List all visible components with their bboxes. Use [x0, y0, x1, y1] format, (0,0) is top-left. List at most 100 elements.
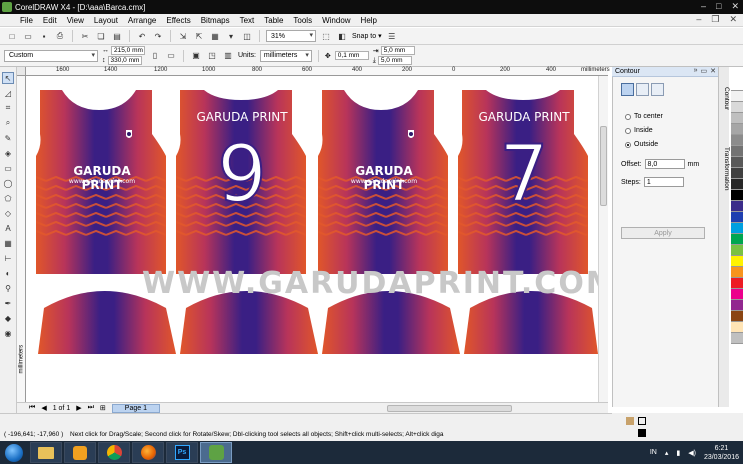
taskbar-chrome[interactable]	[98, 442, 130, 463]
palette-swatch[interactable]	[731, 102, 743, 113]
page-height-field[interactable]: 330,0 mm	[107, 56, 142, 65]
palette-swatch[interactable]	[731, 124, 743, 135]
nudge-distance-field[interactable]: 0,1 mm	[334, 51, 369, 60]
snap-to-dropdown[interactable]: Snap to ▾	[352, 32, 382, 41]
shape-tool-icon[interactable]: ◿	[2, 87, 14, 99]
rectangle-tool-icon[interactable]: ▭	[2, 162, 14, 174]
menu-effects[interactable]: Effects	[166, 16, 190, 25]
current-page-icon[interactable]: ◳	[206, 50, 218, 62]
menu-bitmaps[interactable]: Bitmaps	[201, 16, 230, 25]
horizontal-ruler[interactable]: 1600 1400 1200 1000 800 600 400 200 0 20…	[26, 67, 610, 76]
network-icon[interactable]: ▮	[676, 449, 680, 457]
palette-swatch[interactable]	[731, 157, 743, 168]
minimize-button[interactable]: –	[701, 1, 706, 12]
fill-tool-icon[interactable]: ◆	[2, 312, 14, 324]
export-icon[interactable]: ⇱	[193, 30, 205, 42]
taskbar-media-player[interactable]	[64, 442, 96, 463]
palette-swatch[interactable]	[731, 179, 743, 190]
duplicate-y-field[interactable]: 5,0 mm	[377, 56, 412, 65]
palette-swatch[interactable]	[731, 212, 743, 223]
volume-icon[interactable]: ◀)	[688, 449, 696, 457]
docker-expand-icon[interactable]: »	[694, 67, 698, 75]
landscape-icon[interactable]: ▭	[165, 50, 177, 62]
scroll-thumb[interactable]	[600, 126, 607, 206]
page-width-field[interactable]: 215,0 mm	[111, 46, 145, 55]
text-tool-icon[interactable]: A	[2, 222, 14, 234]
start-button[interactable]	[0, 441, 28, 464]
menu-help[interactable]: Help	[361, 16, 377, 25]
first-page-icon[interactable]: ⏮	[29, 404, 35, 412]
paste-icon[interactable]: ▤	[111, 30, 123, 42]
zoom-level-select[interactable]: 31%	[266, 30, 316, 42]
menu-tools[interactable]: Tools	[293, 16, 312, 25]
outline-tool-icon[interactable]: ✒	[2, 297, 14, 309]
doc-close-button[interactable]: ✕	[729, 14, 737, 25]
docker-minimize-icon[interactable]: ▭	[701, 67, 708, 75]
polygon-tool-icon[interactable]: ⬠	[2, 192, 14, 204]
option-inside[interactable]: Inside	[625, 127, 653, 134]
maximize-button[interactable]: □	[716, 1, 721, 12]
add-page-icon[interactable]: ⊞	[100, 404, 106, 412]
palette-swatch[interactable]	[731, 91, 743, 102]
full-screen-icon[interactable]: ⬚	[320, 30, 332, 42]
no-fill-icon[interactable]	[638, 417, 646, 425]
horizontal-scroll-thumb[interactable]	[387, 405, 512, 412]
import-icon[interactable]: ⇲	[177, 30, 189, 42]
interactive-fill-tool-icon[interactable]: ◉	[2, 327, 14, 339]
palette-swatch[interactable]	[731, 300, 743, 311]
close-button[interactable]: ✕	[731, 1, 739, 12]
save-icon[interactable]: ▪	[38, 30, 50, 42]
palette-swatch[interactable]	[731, 135, 743, 146]
taskbar-firefox[interactable]	[132, 442, 164, 463]
palette-swatch[interactable]	[731, 322, 743, 333]
prev-page-icon[interactable]: ◀	[41, 404, 46, 412]
zoom-tool-icon[interactable]: ⌕	[2, 117, 14, 129]
palette-swatch[interactable]	[731, 80, 743, 91]
page-layout-icon[interactable]: ▥	[222, 50, 234, 62]
eyedropper-tool-icon[interactable]: ⚲	[2, 282, 14, 294]
menu-table[interactable]: Table	[264, 16, 283, 25]
taskbar-photoshop[interactable]: Ps	[166, 442, 198, 463]
menu-file[interactable]: File	[20, 16, 33, 25]
palette-swatch[interactable]	[731, 201, 743, 212]
taskbar-coreldraw[interactable]	[200, 442, 232, 463]
options-icon[interactable]: ☰	[386, 30, 398, 42]
contour-acceleration-icon[interactable]	[651, 83, 664, 96]
cut-icon[interactable]: ✂	[79, 30, 91, 42]
menu-edit[interactable]: Edit	[43, 16, 57, 25]
palette-swatch[interactable]	[731, 245, 743, 256]
tray-arrow-icon[interactable]: ▴	[665, 449, 669, 457]
palette-swatch[interactable]	[731, 278, 743, 289]
print-icon[interactable]: ⎙	[54, 30, 66, 42]
doc-minimize-button[interactable]: –	[696, 14, 701, 25]
docker-close-icon[interactable]: ✕	[710, 67, 716, 75]
dimension-tool-icon[interactable]: ⊢	[2, 252, 14, 264]
portrait-icon[interactable]: ▯	[149, 50, 161, 62]
menu-view[interactable]: View	[67, 16, 84, 25]
option-outside[interactable]: Outside	[625, 141, 658, 148]
smart-fill-tool-icon[interactable]: ◈	[2, 147, 14, 159]
contour-color-icon[interactable]	[636, 83, 649, 96]
view-mode-icon[interactable]: ◧	[336, 30, 348, 42]
menu-text[interactable]: Text	[240, 16, 255, 25]
undo-icon[interactable]: ↶	[136, 30, 148, 42]
all-pages-icon[interactable]: ▣	[190, 50, 202, 62]
application-launcher-icon[interactable]: ▾	[225, 30, 237, 42]
last-page-icon[interactable]: ⏭	[88, 404, 94, 412]
fill-color-icon[interactable]	[626, 417, 634, 425]
pick-tool-icon[interactable]: ↖	[2, 72, 14, 84]
palette-swatch[interactable]	[731, 289, 743, 300]
open-icon[interactable]: ▭	[22, 30, 34, 42]
duplicate-x-field[interactable]: 5,0 mm	[380, 46, 415, 55]
language-indicator[interactable]: IN	[650, 449, 657, 456]
palette-swatch[interactable]	[731, 234, 743, 245]
drawing-canvas[interactable]: GARUDA PRINT www.garudaprint.com GARUDA …	[26, 76, 598, 402]
basic-shapes-tool-icon[interactable]: ◇	[2, 207, 14, 219]
freehand-tool-icon[interactable]: ✎	[2, 132, 14, 144]
contour-mode-icon[interactable]	[621, 83, 634, 96]
page-tab[interactable]: Page 1	[111, 403, 160, 413]
new-icon[interactable]: □	[6, 30, 18, 42]
offset-field[interactable]: 8,0	[644, 159, 685, 169]
tab-contour[interactable]: Contour	[719, 87, 730, 110]
palette-swatch[interactable]	[731, 190, 743, 201]
